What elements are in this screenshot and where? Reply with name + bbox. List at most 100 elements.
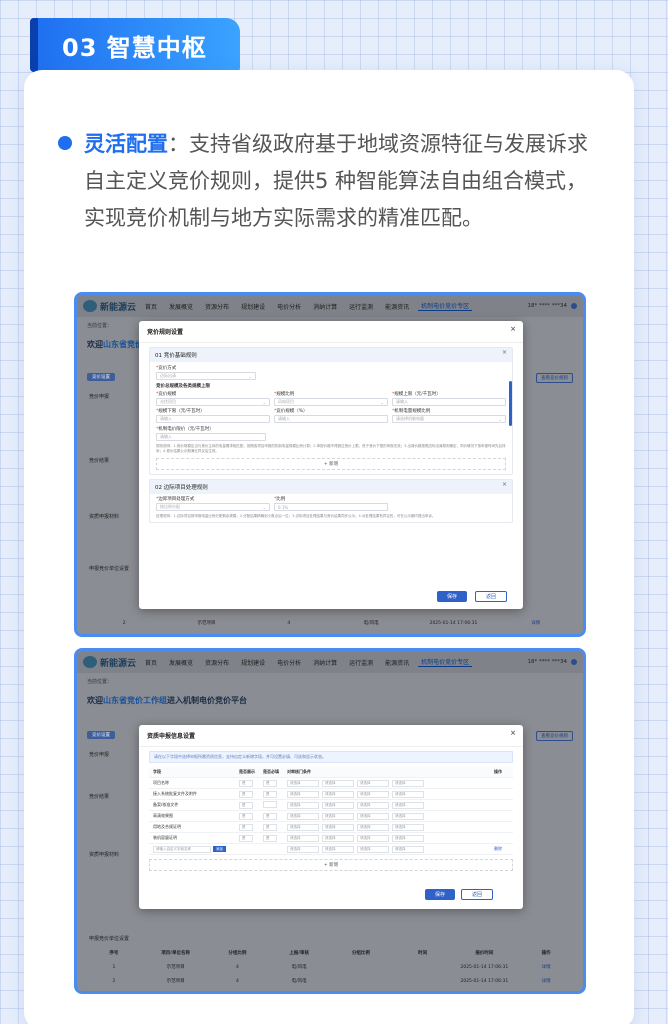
condition-select[interactable]: 请选择: [392, 823, 424, 831]
condition-select[interactable]: 请选择: [322, 834, 354, 842]
condition-select[interactable]: 请选择: [287, 812, 319, 820]
condition-select[interactable]: 请选择: [322, 812, 354, 820]
nav-item[interactable]: 首页: [142, 658, 160, 667]
collapse-icon[interactable]: ×: [502, 481, 507, 488]
view-rules-button[interactable]: 查看竞价规则: [536, 731, 573, 741]
condition-select[interactable]: 请选择: [357, 845, 389, 853]
lower-limit-input[interactable]: 请输入: [156, 415, 270, 423]
nav-item[interactable]: 电价分析: [274, 302, 304, 311]
condition-select[interactable]: 请选择: [357, 801, 389, 809]
nav-item[interactable]: 能源资讯: [382, 658, 412, 667]
show-select[interactable]: 是: [239, 834, 253, 842]
condition-select[interactable]: 请选择: [392, 790, 424, 798]
bid-settings-button[interactable]: 竞价设置: [87, 373, 115, 381]
show-select[interactable]: 是: [239, 801, 253, 809]
show-select[interactable]: 是: [239, 790, 253, 798]
marginal-rule-select[interactable]: 按比例分配 ⌄: [156, 503, 270, 511]
add-field-button[interactable]: 添加: [213, 845, 226, 852]
required-select[interactable]: 是: [263, 779, 277, 787]
required-select[interactable]: [263, 801, 277, 808]
price-limit-input[interactable]: 请输入: [156, 433, 266, 441]
row-detail-link[interactable]: 详情: [495, 620, 577, 626]
bid-settings-button[interactable]: 竞价设置: [87, 731, 115, 739]
condition-select[interactable]: 请选择: [357, 790, 389, 798]
condition-select[interactable]: 请选择: [287, 845, 319, 853]
nav-item-active[interactable]: 机制电价竞价专区: [418, 657, 473, 667]
user-area[interactable]: 18* **** ***34: [528, 659, 577, 665]
method-select[interactable]: 边际出清 ⌄: [156, 372, 256, 380]
app-logo[interactable]: 新能源云: [83, 300, 136, 313]
show-select[interactable]: 是: [239, 779, 253, 787]
nav-item[interactable]: 首页: [142, 302, 160, 311]
dialog-scrollbar[interactable]: [509, 381, 512, 426]
ratio-input[interactable]: 0.1%: [274, 503, 388, 511]
condition-select[interactable]: 请选择: [392, 812, 424, 820]
nav-item[interactable]: 资源分布: [202, 302, 232, 311]
condition-select[interactable]: 请选择: [322, 779, 354, 787]
delete-link[interactable]: 删除: [483, 846, 513, 852]
cell: 2025-01-14 17:06:31: [429, 620, 478, 626]
condition-select[interactable]: 请选择: [287, 790, 319, 798]
ratio-select[interactable]: 风电项目 ⌄: [274, 398, 388, 406]
close-icon[interactable]: ×: [510, 729, 516, 737]
condition-select[interactable]: 请选择: [322, 790, 354, 798]
condition-select[interactable]: 请选择: [287, 834, 319, 842]
nav-item-active[interactable]: 机制电价竞价专区: [418, 301, 473, 311]
app-logo[interactable]: 新能源云: [83, 656, 136, 669]
nav-item[interactable]: 消纳计算: [310, 658, 340, 667]
view-rules-button[interactable]: 查看竞价规则: [536, 373, 573, 383]
back-button[interactable]: 返回: [461, 889, 494, 900]
field-group: *竞价规模 光伏项目 ⌄: [156, 391, 270, 406]
nav-item[interactable]: 资源分布: [202, 658, 232, 667]
save-button[interactable]: 保存: [437, 591, 468, 602]
mechanism-ratio-select[interactable]: 请选择机制电量 ⌄: [392, 415, 506, 423]
condition-select[interactable]: 请选择: [357, 779, 389, 787]
show-select[interactable]: 是: [239, 812, 253, 820]
save-button[interactable]: 保存: [425, 889, 456, 900]
condition-select[interactable]: 请选择: [357, 812, 389, 820]
required-select[interactable]: 是: [263, 823, 277, 831]
required-select[interactable]: 是: [263, 812, 277, 820]
close-icon[interactable]: ×: [510, 325, 516, 333]
row-detail-link[interactable]: 详情: [515, 978, 577, 984]
user-area[interactable]: 18* **** ***34: [528, 303, 577, 309]
collapse-icon[interactable]: ×: [502, 349, 507, 356]
row-detail-link[interactable]: 详情: [515, 964, 577, 970]
nav-item[interactable]: 能源资讯: [382, 302, 412, 311]
nav-item[interactable]: 运行监测: [346, 302, 376, 311]
back-button[interactable]: 返回: [475, 591, 508, 602]
condition-select[interactable]: 请选择: [392, 845, 424, 853]
condition-select[interactable]: 请选择: [287, 779, 319, 787]
bid-scale-input[interactable]: 请输入: [274, 415, 388, 423]
add-field-row-button[interactable]: + 新增: [149, 859, 513, 871]
custom-field-input[interactable]: 请输入自定义字段名称: [153, 845, 211, 853]
nav-item[interactable]: 规划建设: [238, 302, 268, 311]
nav-item[interactable]: 运行监测: [346, 658, 376, 667]
condition-select[interactable]: 请选择: [322, 845, 354, 853]
nav-item[interactable]: 发展概览: [166, 658, 196, 667]
condition-select[interactable]: 请选择: [392, 801, 424, 809]
nav-item[interactable]: 电价分析: [274, 658, 304, 667]
add-rule-button[interactable]: + 新增: [156, 458, 506, 470]
condition-select[interactable]: 请选择: [392, 834, 424, 842]
user-avatar-icon[interactable]: [571, 303, 577, 309]
condition-select[interactable]: 请选择: [357, 823, 389, 831]
bg-list-label: 资质申报材料: [89, 852, 120, 858]
nav-item[interactable]: 消纳计算: [310, 302, 340, 311]
required-select[interactable]: 是: [263, 790, 277, 798]
user-avatar-icon[interactable]: [571, 659, 577, 665]
condition-select[interactable]: 请选择: [287, 801, 319, 809]
show-select[interactable]: 是: [239, 823, 253, 831]
header-cell: 时间: [418, 951, 428, 956]
condition-select[interactable]: 请选择: [322, 823, 354, 831]
condition-select[interactable]: 请选择: [287, 823, 319, 831]
scale-select[interactable]: 光伏项目 ⌄: [156, 398, 270, 406]
nav-item[interactable]: 发展概览: [166, 302, 196, 311]
condition-select[interactable]: 请选择: [322, 801, 354, 809]
nav-item[interactable]: 规划建设: [238, 658, 268, 667]
field-name: 备案/核准文件: [153, 802, 179, 807]
condition-select[interactable]: 请选择: [357, 834, 389, 842]
condition-select[interactable]: 请选择: [392, 779, 424, 787]
required-select[interactable]: 是: [263, 834, 277, 842]
upper-limit-input[interactable]: 请输入: [392, 398, 506, 406]
